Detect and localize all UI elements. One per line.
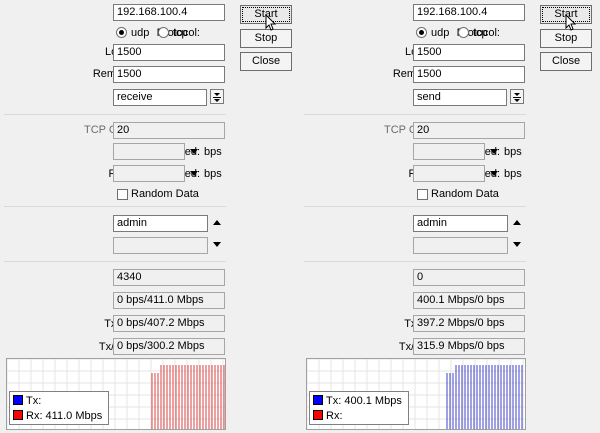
lost-packets-value: 4340 <box>113 269 225 286</box>
txrx-current-value: 0 bps/411.0 Mbps <box>113 292 225 309</box>
protocol-udp-radio[interactable] <box>416 27 427 38</box>
legend-rx-text: Rx: 411.0 Mbps <box>26 410 103 422</box>
remote-tx-speed-input[interactable] <box>113 165 185 182</box>
password-dropdown-icon[interactable] <box>213 242 221 247</box>
tx-color-swatch <box>13 395 23 405</box>
password-input[interactable] <box>113 237 208 254</box>
local-udp-tx-size-input[interactable]: 1500 <box>113 44 225 61</box>
protocol-tcp-radio[interactable] <box>458 27 469 38</box>
user-input[interactable]: admin <box>413 215 508 232</box>
graph-legend: Tx: 400.1 Mbps Rx: <box>309 391 409 425</box>
direction-dropdown-button[interactable] <box>510 89 524 104</box>
remote-tx-speed-dropdown-icon[interactable] <box>190 171 198 176</box>
traffic-graph: Tx: Rx: 411.0 Mbps <box>6 358 226 430</box>
legend-rx: Rx: <box>313 410 343 423</box>
remote-tx-speed-input[interactable] <box>413 165 485 182</box>
protocol-tcp-radio[interactable] <box>158 27 169 38</box>
close-button[interactable]: Close <box>240 52 292 71</box>
random-data-checkbox[interactable] <box>417 189 428 200</box>
local-tx-speed-input[interactable] <box>113 143 185 160</box>
separator <box>4 206 226 207</box>
separator <box>304 261 526 262</box>
legend-tx: Tx: 400.1 Mbps <box>313 395 402 408</box>
txrx-10s-average-value: 397.2 Mbps/0 bps <box>413 315 525 332</box>
legend-tx: Tx: <box>13 395 41 408</box>
random-data-label: Random Data <box>131 188 199 200</box>
bandwidth-test-panel-right: Test To: 192.168.100.4 Protocol: udp tcp… <box>300 0 600 433</box>
random-data-checkbox[interactable] <box>117 189 128 200</box>
legend-rx: Rx: 411.0 Mbps <box>13 410 102 423</box>
test-to-input[interactable]: 192.168.100.4 <box>413 4 525 21</box>
rx-color-swatch <box>313 410 323 420</box>
local-tx-speed-dropdown-icon[interactable] <box>490 149 498 154</box>
protocol-udp-label: udp <box>431 27 450 39</box>
protocol-udp-radio[interactable] <box>116 27 127 38</box>
user-collapse-icon[interactable] <box>513 220 521 225</box>
protocol-label: Protocol: <box>156 27 200 39</box>
txrx-total-average-value: 0 bps/300.2 Mbps <box>113 338 225 355</box>
tx-color-swatch <box>313 395 323 405</box>
remote-udp-tx-size-input[interactable]: 1500 <box>413 66 525 83</box>
double-chevron-down-icon <box>213 93 221 102</box>
remote-tx-speed-unit: bps <box>204 168 222 180</box>
local-tx-speed-unit: bps <box>504 146 522 158</box>
txrx-total-average-value: 315.9 Mbps/0 bps <box>413 338 525 355</box>
remote-udp-tx-size-input[interactable]: 1500 <box>113 66 225 83</box>
random-data-label: Random Data <box>431 188 499 200</box>
close-button[interactable]: Close <box>540 52 592 71</box>
lost-packets-value: 0 <box>413 269 525 286</box>
password-dropdown-icon[interactable] <box>513 242 521 247</box>
protocol-udp-label: udp <box>131 27 150 39</box>
rx-color-swatch <box>13 410 23 420</box>
legend-tx-text: Tx: 400.1 Mbps <box>326 395 402 407</box>
protocol-tcp-label: tcp <box>173 27 188 39</box>
txrx-current-value: 400.1 Mbps/0 bps <box>413 292 525 309</box>
bandwidth-test-panel-left: Test To: 192.168.100.4 Protocol: udp tcp… <box>0 0 300 433</box>
user-collapse-icon[interactable] <box>213 220 221 225</box>
tcp-connection-count-input[interactable]: 20 <box>413 122 525 139</box>
traffic-graph: Tx: 400.1 Mbps Rx: <box>306 358 526 430</box>
separator <box>304 206 526 207</box>
local-tx-speed-unit: bps <box>204 146 222 158</box>
legend-tx-text: Tx: <box>26 395 42 407</box>
mouse-pointer-icon <box>565 14 577 31</box>
local-udp-tx-size-input[interactable]: 1500 <box>413 44 525 61</box>
remote-tx-speed-dropdown-icon[interactable] <box>490 171 498 176</box>
graph-legend: Tx: Rx: 411.0 Mbps <box>9 391 109 425</box>
protocol-label: Protocol: <box>456 27 500 39</box>
separator <box>304 114 526 115</box>
direction-select[interactable]: receive <box>113 89 207 106</box>
local-tx-speed-input[interactable] <box>413 143 485 160</box>
direction-select[interactable]: send <box>413 89 507 106</box>
double-chevron-down-icon <box>513 93 521 102</box>
mouse-pointer-icon <box>265 14 277 31</box>
remote-tx-speed-unit: bps <box>504 168 522 180</box>
legend-rx-text: Rx: <box>326 410 343 422</box>
user-input[interactable]: admin <box>113 215 208 232</box>
direction-dropdown-button[interactable] <box>210 89 224 104</box>
protocol-tcp-label: tcp <box>473 27 488 39</box>
separator <box>4 261 226 262</box>
test-to-input[interactable]: 192.168.100.4 <box>113 4 225 21</box>
txrx-10s-average-value: 0 bps/407.2 Mbps <box>113 315 225 332</box>
local-tx-speed-dropdown-icon[interactable] <box>190 149 198 154</box>
password-input[interactable] <box>413 237 508 254</box>
tcp-connection-count-input[interactable]: 20 <box>113 122 225 139</box>
separator <box>4 114 226 115</box>
